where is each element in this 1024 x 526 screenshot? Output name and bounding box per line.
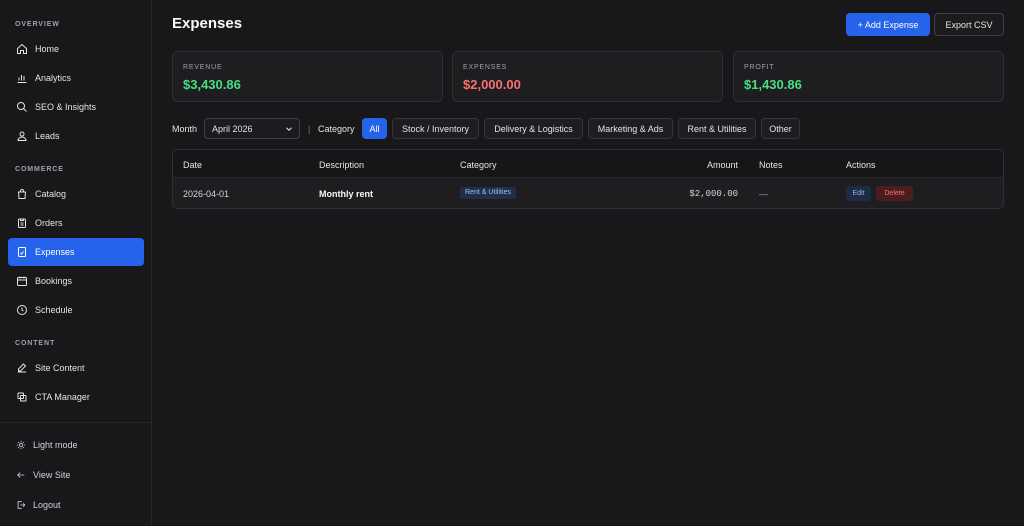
view-site-link[interactable]: View Site xyxy=(8,464,144,486)
column-header-description: Description xyxy=(319,160,365,170)
column-header-amount: Amount xyxy=(706,160,738,170)
table-header: Date Description Category Amount Notes A… xyxy=(173,150,1003,178)
add-expense-button[interactable]: + Add Expense xyxy=(846,13,930,36)
sidebar-item-label: Orders xyxy=(35,218,63,228)
month-select[interactable]: April 2026 xyxy=(204,118,300,139)
expenses-table: Date Description Category Amount Notes A… xyxy=(172,149,1004,209)
column-header-date: Date xyxy=(183,160,203,170)
edit-button[interactable]: Edit xyxy=(846,186,871,201)
stat-value: $1,430.86 xyxy=(744,77,802,92)
stat-label: PROFIT xyxy=(744,64,775,71)
stat-value: $2,000.00 xyxy=(463,77,521,92)
sidebar-item-schedule[interactable]: Schedule xyxy=(8,296,144,324)
sidebar-item-label: Schedule xyxy=(35,305,73,315)
stat-card-expenses: EXPENSES $2,000.00 xyxy=(452,51,723,102)
sidebar-item-expenses[interactable]: Expenses xyxy=(8,238,144,266)
sidebar: OVERVIEW Home Analytics SEO & Insights L… xyxy=(0,0,152,526)
cell-amount: $2,000.00 xyxy=(689,189,738,199)
bar-chart-icon xyxy=(16,72,28,84)
filter-separator: | xyxy=(308,124,311,134)
sidebar-footer: Light mode View Site Logout xyxy=(0,422,151,526)
page-title: Expenses xyxy=(172,15,243,32)
cell-date: 2026-04-01 xyxy=(183,189,230,199)
category-chip-all[interactable]: All xyxy=(362,118,387,139)
main-content: Expenses + Add Expense Export CSV REVENU… xyxy=(152,0,1024,526)
calendar-icon xyxy=(16,275,28,287)
clock-icon xyxy=(16,304,28,316)
category-chip-delivery-logistics[interactable]: Delivery & Logistics xyxy=(484,118,583,139)
logout-button[interactable]: Logout xyxy=(8,494,144,516)
table-row: 2026-04-01 Monthly rent Rent & Utilities… xyxy=(173,178,1003,208)
sidebar-item-cta-manager[interactable]: CTA Manager xyxy=(8,383,144,411)
sidebar-item-label: CTA Manager xyxy=(35,392,90,402)
category-badge: Rent & Utilities xyxy=(460,187,516,199)
sidebar-item-home[interactable]: Home xyxy=(8,35,144,63)
sidebar-item-leads[interactable]: Leads xyxy=(8,122,144,150)
cell-notes: — xyxy=(759,189,768,199)
sidebar-item-label: Expenses xyxy=(35,247,75,257)
logout-icon xyxy=(16,500,27,511)
stat-value: $3,430.86 xyxy=(183,77,241,92)
delete-button[interactable]: Delete xyxy=(876,186,913,201)
cell-description: Monthly rent xyxy=(319,189,373,199)
category-chip-rent-utilities[interactable]: Rent & Utilities xyxy=(678,118,756,139)
sidebar-item-bookings[interactable]: Bookings xyxy=(8,267,144,295)
receipt-icon xyxy=(16,246,28,258)
sidebar-item-label: Leads xyxy=(35,131,60,141)
section-label-commerce: COMMERCE xyxy=(15,166,64,173)
sidebar-item-label: Bookings xyxy=(35,276,73,286)
stat-card-profit: PROFIT $1,430.86 xyxy=(733,51,1004,102)
logout-label: Logout xyxy=(33,500,61,510)
light-mode-label: Light mode xyxy=(33,440,78,450)
user-icon xyxy=(16,130,28,142)
sidebar-item-seo-insights[interactable]: SEO & Insights xyxy=(8,93,144,121)
view-site-label: View Site xyxy=(33,470,71,480)
stat-label: REVENUE xyxy=(183,64,223,71)
sidebar-item-label: Site Content xyxy=(35,363,85,373)
sidebar-item-catalog[interactable]: Catalog xyxy=(8,180,144,208)
section-label-overview: OVERVIEW xyxy=(15,21,60,28)
arrow-left-icon xyxy=(16,470,27,481)
column-header-notes: Notes xyxy=(759,160,783,170)
stat-label: EXPENSES xyxy=(463,64,508,71)
month-label: Month xyxy=(172,124,198,134)
category-chip-other[interactable]: Other xyxy=(761,118,800,139)
search-icon xyxy=(16,101,28,113)
chevron-down-icon xyxy=(286,126,292,131)
export-csv-button[interactable]: Export CSV xyxy=(934,13,1004,36)
shopping-bag-icon xyxy=(16,188,28,200)
sidebar-item-site-content[interactable]: Site Content xyxy=(8,354,144,382)
category-chip-marketing-ads[interactable]: Marketing & Ads xyxy=(588,118,673,139)
sidebar-nav[interactable]: OVERVIEW Home Analytics SEO & Insights L… xyxy=(0,0,151,422)
sidebar-item-label: Catalog xyxy=(35,189,67,199)
clipboard-icon xyxy=(16,217,28,229)
sidebar-item-label: Home xyxy=(35,44,60,54)
category-chip-stock-inventory[interactable]: Stock / Inventory xyxy=(392,118,479,139)
sun-icon xyxy=(16,440,27,451)
sidebar-item-label: SEO & Insights xyxy=(35,102,97,112)
home-icon xyxy=(16,43,28,55)
light-mode-toggle[interactable]: Light mode xyxy=(8,434,144,456)
sidebar-item-analytics[interactable]: Analytics xyxy=(8,64,144,92)
stat-card-revenue: REVENUE $3,430.86 xyxy=(172,51,443,102)
column-header-category: Category xyxy=(460,160,497,170)
edit-icon xyxy=(16,362,28,374)
layers-icon xyxy=(16,391,28,403)
month-select-value: April 2026 xyxy=(212,123,253,134)
sidebar-item-orders[interactable]: Orders xyxy=(8,209,144,237)
sidebar-item-label: Analytics xyxy=(35,73,72,83)
section-label-content: CONTENT xyxy=(15,340,56,347)
category-label: Category xyxy=(318,124,355,134)
column-header-actions: Actions xyxy=(846,160,876,170)
